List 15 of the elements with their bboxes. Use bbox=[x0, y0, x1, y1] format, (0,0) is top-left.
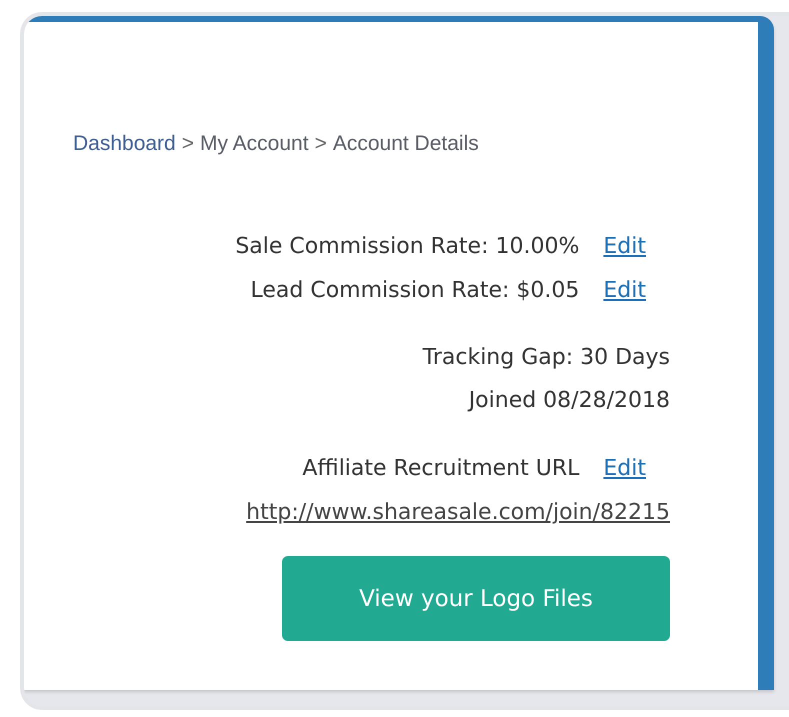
breadcrumb-separator: > bbox=[182, 132, 194, 156]
breadcrumb-item[interactable]: Dashboard bbox=[73, 132, 176, 156]
breadcrumb-item: My Account bbox=[200, 132, 309, 156]
recruitment-label: Affiliate Recruitment URL bbox=[302, 456, 580, 480]
edit-link[interactable]: Edit bbox=[603, 234, 646, 258]
view-logo-files-button[interactable]: View your Logo Files bbox=[282, 556, 670, 641]
breadcrumb-item: Account Details bbox=[332, 132, 479, 156]
info-text: Joined 08/28/2018 bbox=[468, 387, 670, 415]
edit-link[interactable]: Edit bbox=[603, 456, 646, 480]
recruitment-url-link[interactable]: http://www.shareasale.com/join/82215 bbox=[246, 490, 670, 534]
rate-label: Sale Commission Rate: 10.00% bbox=[235, 234, 580, 258]
edit-link[interactable]: Edit bbox=[603, 278, 646, 302]
info-text: Tracking Gap: 30 Days bbox=[422, 344, 670, 372]
breadcrumb-separator: > bbox=[314, 132, 327, 156]
rate-label: Lead Commission Rate: $0.05 bbox=[250, 278, 580, 302]
